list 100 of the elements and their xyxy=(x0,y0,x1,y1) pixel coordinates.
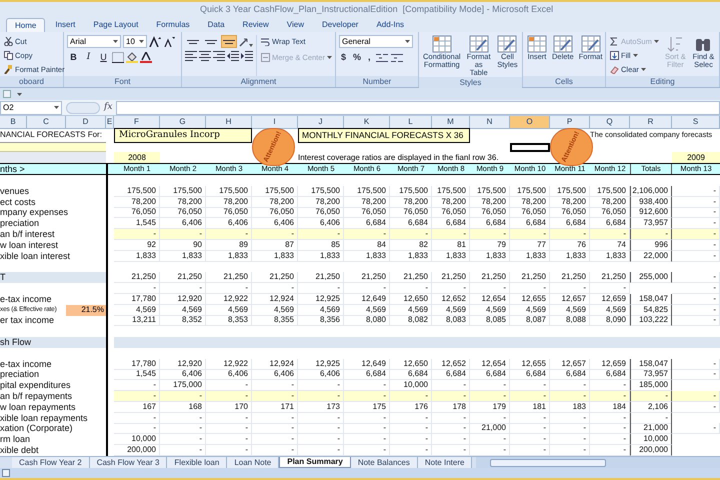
table-cell: - xyxy=(550,390,590,402)
table-cell: 92 xyxy=(114,240,160,251)
table-cell: 78,200 xyxy=(390,196,432,208)
align-right-icon[interactable] xyxy=(213,51,225,61)
table-cell: - xyxy=(206,282,252,294)
column-header[interactable]: C xyxy=(27,116,66,129)
align-middle-icon xyxy=(205,40,217,44)
column-header[interactable]: E xyxy=(106,116,114,129)
ribbon-tab[interactable]: Review xyxy=(234,18,277,32)
table-cell: 21,250 xyxy=(510,272,550,284)
table-cell: 175,500 xyxy=(510,186,550,197)
column-header[interactable]: B xyxy=(0,116,27,129)
sheet-tab[interactable]: Cash Flow Year 3 xyxy=(90,457,168,468)
row-label: xation (Corporate) xyxy=(0,423,74,434)
font-size-dropdown[interactable]: 10 xyxy=(123,35,147,48)
align-center-icon[interactable] xyxy=(199,51,211,61)
table-cell: 76,050 xyxy=(550,207,590,218)
table-cell: - xyxy=(432,423,470,434)
number-format-dropdown[interactable]: General xyxy=(339,35,413,48)
row-label: preciation xyxy=(0,369,40,380)
decrease-decimal-icon[interactable] xyxy=(390,52,403,62)
comma-button[interactable]: , xyxy=(366,51,373,64)
increase-decimal-icon[interactable] xyxy=(376,52,388,62)
text-orientation-icon[interactable] xyxy=(239,36,253,46)
table-cell: 76,050 xyxy=(510,207,550,218)
table-cell: 158,047 xyxy=(630,294,672,305)
percent-button[interactable]: % xyxy=(351,51,364,64)
table-cell: 78,200 xyxy=(298,196,344,208)
italic-button[interactable]: I xyxy=(82,51,95,64)
year-label: 2008 xyxy=(114,152,160,163)
grow-font-icon[interactable] xyxy=(149,36,161,47)
table-cell: 6,684 xyxy=(510,369,550,380)
row-label: w loan interest xyxy=(0,240,60,251)
sheet-tab[interactable]: Plan Summary xyxy=(279,457,351,468)
table-cell: 17,780 xyxy=(114,294,160,305)
table-cell: - xyxy=(160,390,206,402)
table-cell: - xyxy=(470,228,510,240)
caret-icon[interactable] xyxy=(17,92,22,96)
table-cell: - xyxy=(672,304,720,316)
horizontal-scrollbar[interactable] xyxy=(476,457,720,468)
name-box[interactable]: O2 xyxy=(0,100,62,114)
sheet-tab[interactable]: Note Intere xyxy=(418,457,472,468)
selected-cell[interactable] xyxy=(510,143,550,152)
formula-input[interactable] xyxy=(116,100,720,114)
underline-button[interactable]: U xyxy=(97,51,110,64)
formula-bar-handle[interactable] xyxy=(66,102,100,114)
shrink-font-icon[interactable] xyxy=(163,36,175,47)
table-cell: 54,825 xyxy=(630,304,672,316)
column-header[interactable]: Q xyxy=(590,116,630,129)
ribbon-tab[interactable]: Insert xyxy=(47,18,84,32)
table-cell: - xyxy=(344,412,390,424)
sheet-tab[interactable]: Loan Note xyxy=(227,457,280,468)
align-bottom-icon xyxy=(223,40,235,44)
ribbon-tab[interactable]: Data xyxy=(200,18,233,32)
ribbon-tab[interactable]: Formulas xyxy=(148,18,198,32)
fill-color-icon[interactable] xyxy=(126,52,138,63)
table-cell: 76,050 xyxy=(298,207,344,218)
sheet-tab[interactable]: Note Balances xyxy=(350,457,418,468)
ribbon-tab[interactable]: Developer xyxy=(314,18,366,32)
sheet-tab[interactable]: Flexible loan xyxy=(167,457,228,468)
merge-cells-icon xyxy=(261,53,270,62)
ribbon-tab[interactable]: Add-Ins xyxy=(368,18,412,32)
table-cell: 89 xyxy=(206,240,252,251)
align-left-icon[interactable] xyxy=(185,51,197,61)
scrollbar-thumb[interactable] xyxy=(490,458,606,466)
table-cell: 6,406 xyxy=(206,369,252,380)
table-cell: 8,355 xyxy=(252,315,298,326)
ribbon-tab[interactable]: Home xyxy=(6,18,46,32)
sheet-tab[interactable]: Cash Flow Year 2 xyxy=(12,457,90,468)
group-label: Number xyxy=(336,76,418,87)
column-header[interactable]: D xyxy=(66,116,106,129)
table-cell: 12,657 xyxy=(550,294,590,305)
decrease-indent-icon[interactable] xyxy=(227,51,239,61)
group-label: Alignment xyxy=(182,76,335,87)
table-cell: - xyxy=(672,358,720,370)
table-cell: 78,200 xyxy=(510,196,550,208)
table-cell: - xyxy=(252,390,298,402)
column-header[interactable]: S xyxy=(672,116,720,129)
table-cell: 74 xyxy=(590,240,630,251)
table-cell: 77 xyxy=(510,240,550,251)
table-cell: 1,833 xyxy=(344,250,390,262)
table-cell: - xyxy=(160,282,206,294)
font-name-dropdown[interactable]: Arial xyxy=(67,35,121,48)
column-header[interactable]: O xyxy=(510,116,550,129)
align-bottom-button[interactable] xyxy=(221,35,237,48)
table-cell: - xyxy=(344,423,390,434)
bold-button[interactable]: B xyxy=(67,51,80,64)
table-cell: 183 xyxy=(550,402,590,413)
currency-button[interactable]: $ xyxy=(339,51,348,64)
macro-record-icon[interactable] xyxy=(2,469,10,477)
ribbon-tab[interactable]: View xyxy=(278,18,312,32)
table-cell: 85 xyxy=(298,240,344,251)
rate-cell[interactable]: 21.5% xyxy=(66,304,106,316)
function-label[interactable]: fx xyxy=(104,100,112,114)
caret-icon xyxy=(654,40,659,43)
font-color-icon[interactable] xyxy=(140,52,152,63)
increase-indent-icon[interactable] xyxy=(241,51,253,61)
column-header[interactable]: R xyxy=(630,116,672,129)
borders-icon[interactable] xyxy=(112,52,124,63)
ribbon-tab[interactable]: Page Layout xyxy=(85,18,146,32)
